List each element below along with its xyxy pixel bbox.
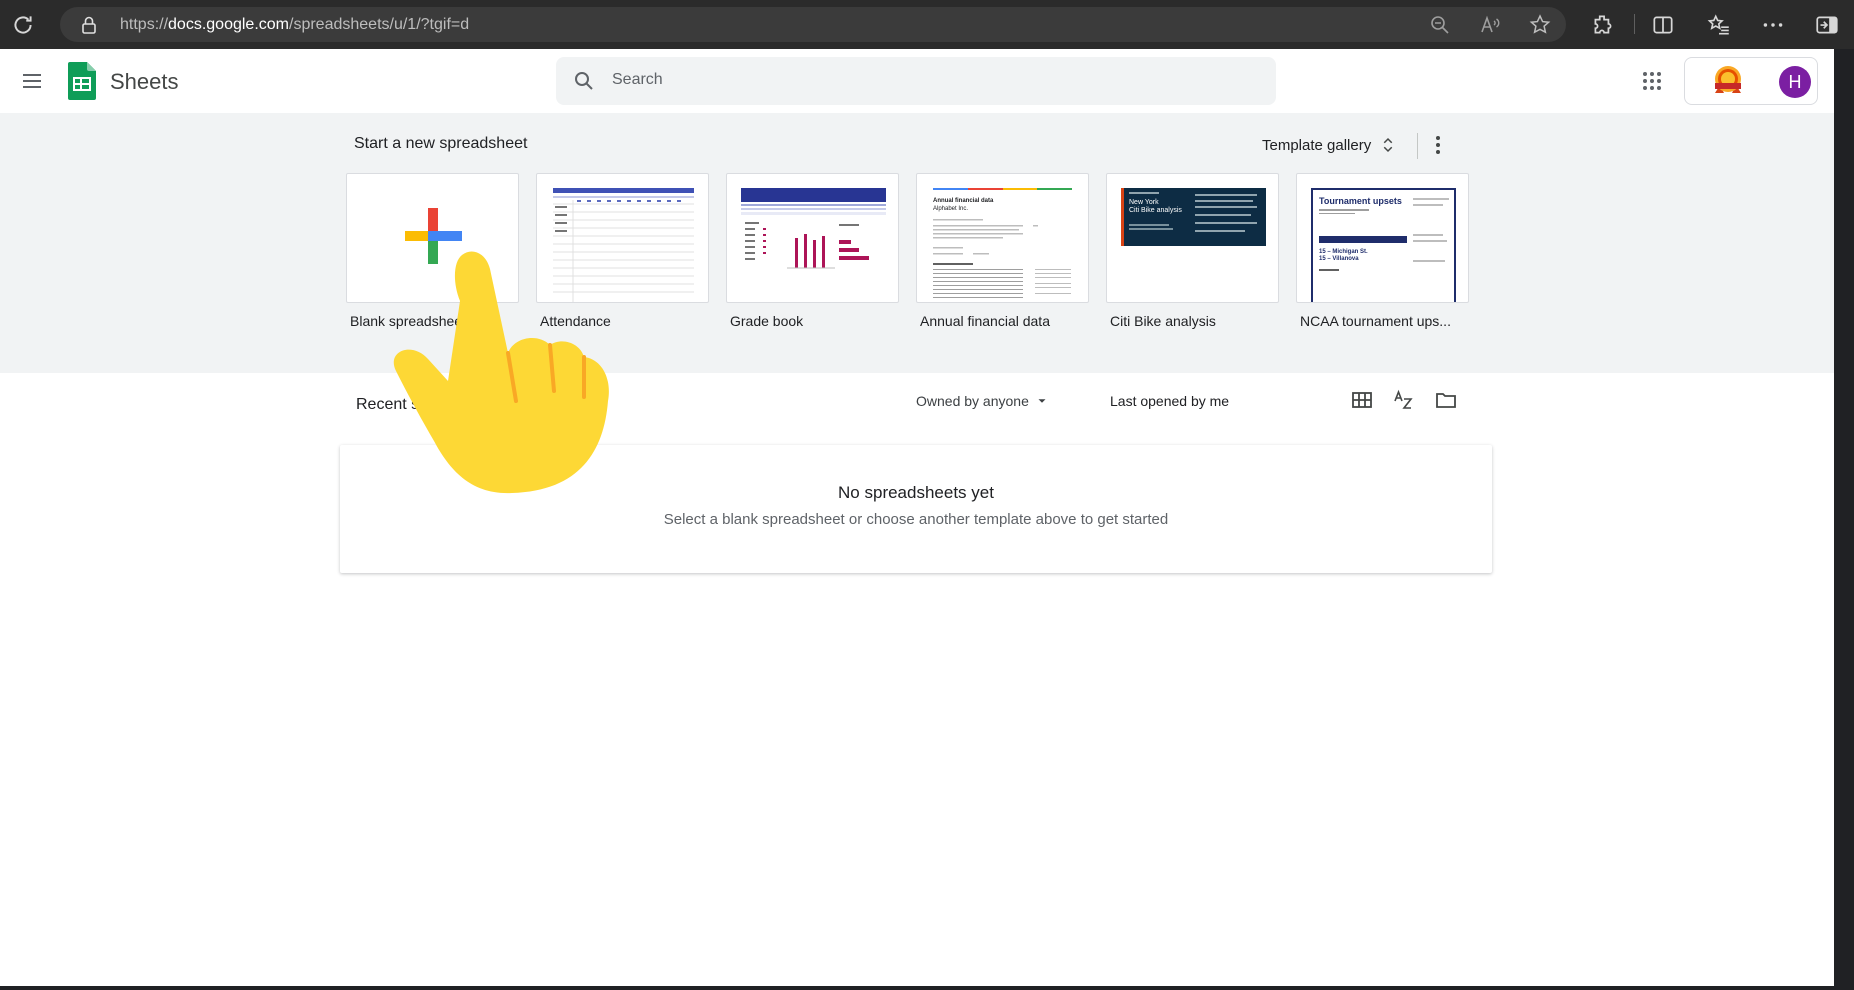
- template-ncaa-tournament-upsets[interactable]: Tournament upsets 15 – Michigan St. 15 –…: [1296, 173, 1469, 329]
- template-label: NCAA tournament ups...: [1300, 313, 1451, 329]
- google-apps-icon[interactable]: [1640, 69, 1664, 93]
- template-thumbnail[interactable]: Tournament upsets 15 – Michigan St. 15 –…: [1296, 173, 1469, 303]
- template-annual-financial-data[interactable]: Annual financial data Alphabet Inc. Annu…: [916, 173, 1089, 329]
- avatar[interactable]: H: [1779, 66, 1811, 98]
- sheets-logo-icon[interactable]: [68, 62, 96, 100]
- main-menu-icon[interactable]: [20, 69, 44, 93]
- organization-badge-icon: [1715, 66, 1741, 93]
- recent-title: Recent spreadsheets: [356, 396, 508, 413]
- more-options-icon[interactable]: [1760, 12, 1786, 38]
- template-label: Grade book: [730, 313, 804, 329]
- zoom-out-icon[interactable]: [1428, 13, 1452, 37]
- app-name[interactable]: Sheets: [110, 69, 179, 95]
- section-title: Start a new spreadsheet: [354, 135, 528, 152]
- attendance-preview: [553, 188, 694, 302]
- search-input[interactable]: Search: [612, 71, 663, 89]
- template-thumbnail[interactable]: New York Citi Bike analysis: [1106, 173, 1279, 303]
- empty-state-card: No spreadsheets yet Select a blank sprea…: [340, 445, 1492, 573]
- template-label: Annual financial data: [920, 313, 1050, 329]
- extensions-icon[interactable]: [1590, 12, 1616, 38]
- grid-view-icon[interactable]: [1350, 388, 1374, 412]
- split-screen-icon[interactable]: [1650, 12, 1676, 38]
- url-text[interactable]: https://docs.google.com/spreadsheets/u/1…: [120, 16, 469, 34]
- divider: [1417, 133, 1418, 159]
- template-blank[interactable]: Blank spreadsheet: [346, 173, 519, 329]
- financial-preview: [933, 219, 1071, 298]
- favorites-icon[interactable]: [1706, 12, 1732, 38]
- template-gallery-button[interactable]: Template gallery: [1256, 129, 1403, 161]
- read-aloud-icon[interactable]: [1478, 13, 1502, 37]
- template-citi-bike-analysis[interactable]: New York Citi Bike analysis Citi Bike an…: [1106, 173, 1279, 329]
- template-label: Attendance: [540, 313, 611, 329]
- more-vert-icon[interactable]: [1428, 131, 1448, 159]
- favorite-star-icon[interactable]: [1528, 13, 1552, 37]
- app-header: Sheets Search H: [0, 49, 1834, 113]
- grade-book-preview: [741, 188, 886, 269]
- thumb-frame: Tournament upsets 15 – Michigan St. 15 –…: [1311, 188, 1456, 302]
- plus-icon: [405, 208, 462, 264]
- thumb-line-1: 15 – Michigan St.: [1319, 249, 1368, 255]
- template-attendance[interactable]: Attendance: [536, 173, 709, 329]
- thumb-subtitle: Alphabet Inc.: [933, 206, 969, 212]
- window-edge: [1834, 49, 1854, 990]
- search-icon[interactable]: [572, 69, 596, 93]
- owner-filter-label: Owned by anyone: [916, 393, 1029, 409]
- template-gallery-label: Template gallery: [1262, 136, 1372, 154]
- template-thumbnail[interactable]: [726, 173, 899, 303]
- template-label: Citi Bike analysis: [1110, 313, 1216, 329]
- caret-down-icon: [1038, 399, 1046, 403]
- owner-filter-dropdown[interactable]: Owned by anyone: [916, 393, 1049, 409]
- folder-icon[interactable]: [1434, 388, 1458, 412]
- browser-toolbar: https://docs.google.com/spreadsheets/u/1…: [0, 0, 1854, 49]
- thumb-title: Annual financial data: [933, 198, 994, 204]
- search-bar[interactable]: Search: [556, 57, 1276, 105]
- sort-label[interactable]: Last opened by me: [1110, 393, 1229, 409]
- thumb-banner: New York Citi Bike analysis: [1121, 188, 1266, 246]
- empty-state-title: No spreadsheets yet: [838, 483, 994, 502]
- template-thumbnail[interactable]: [346, 173, 519, 303]
- template-thumbnail[interactable]: Annual financial data Alphabet Inc.: [916, 173, 1089, 303]
- sidebar-icon[interactable]: [1814, 12, 1840, 38]
- thumb-title-1: New York: [1129, 199, 1159, 206]
- template-section: Start a new spreadsheet Template gallery…: [0, 113, 1834, 373]
- toolbar-separator: [1634, 14, 1635, 34]
- template-label: Blank spreadsheet: [350, 313, 466, 329]
- lock-icon[interactable]: [80, 15, 98, 35]
- template-thumbnail[interactable]: [536, 173, 709, 303]
- template-grade-book[interactable]: Grade book: [726, 173, 899, 329]
- account-switcher[interactable]: H: [1684, 57, 1818, 105]
- thumb-title-2: Citi Bike analysis: [1129, 207, 1182, 214]
- reload-icon[interactable]: [10, 12, 36, 38]
- empty-state-subtitle: Select a blank spreadsheet or choose ano…: [663, 511, 1169, 528]
- address-bar[interactable]: https://docs.google.com/spreadsheets/u/1…: [60, 7, 1566, 42]
- sort-az-icon[interactable]: [1392, 388, 1416, 412]
- unfold-icon: [1383, 137, 1393, 153]
- sheets-home-page: Sheets Search H Start a new spreadsheet …: [0, 49, 1834, 986]
